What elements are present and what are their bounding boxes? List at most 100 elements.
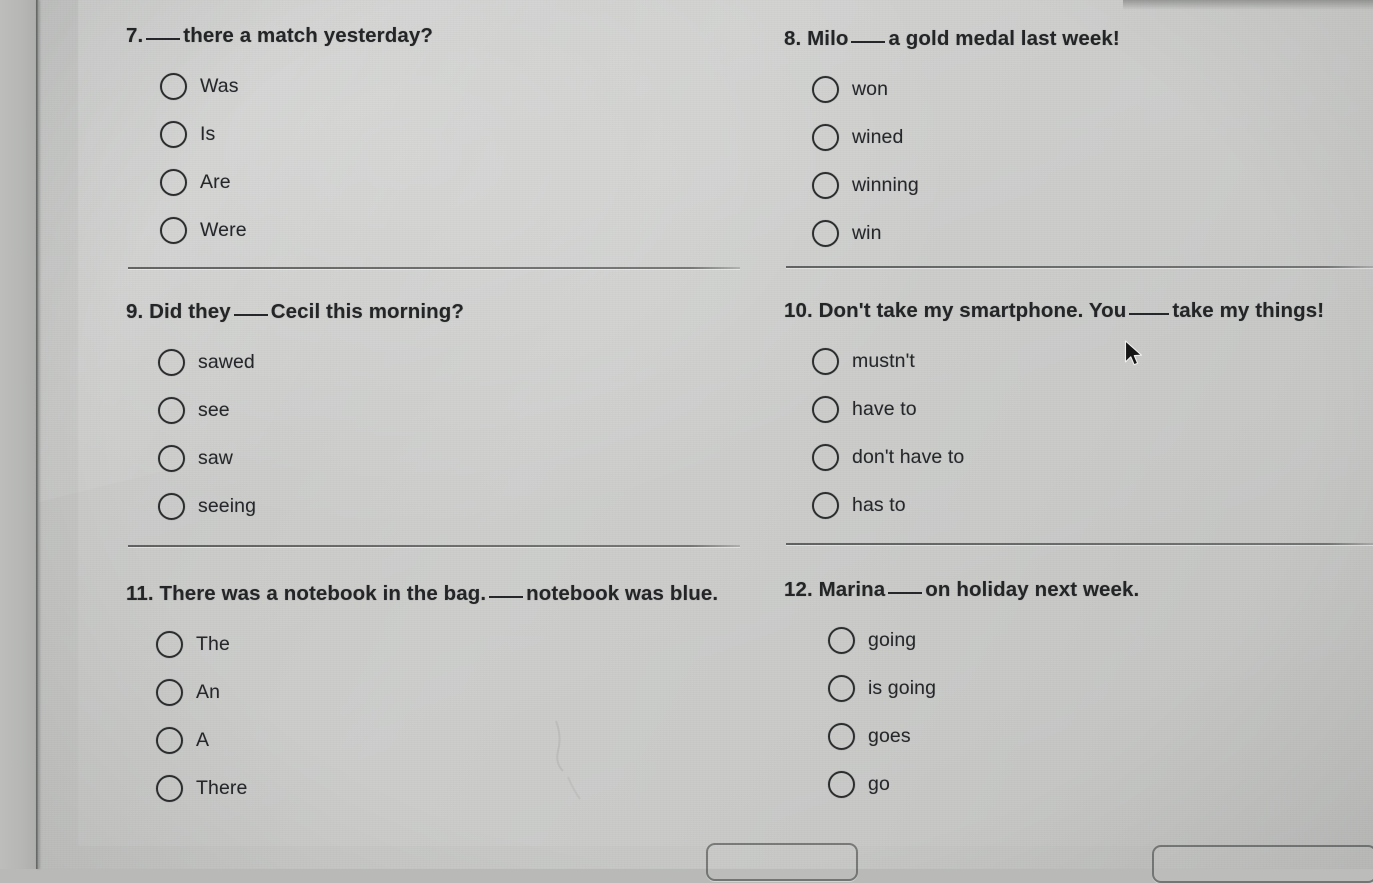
option-label: goes — [868, 725, 911, 748]
radio-button-icon[interactable] — [828, 723, 855, 750]
question-text-after-8: a gold medal last week! — [888, 27, 1119, 50]
option-row[interactable]: go — [828, 761, 1373, 809]
radio-button-icon[interactable] — [158, 349, 185, 376]
option-row[interactable]: have to — [812, 386, 1373, 434]
question-divider — [128, 545, 740, 547]
options-list-9: sawed see saw seeing — [158, 339, 762, 531]
option-row[interactable]: Was — [160, 63, 762, 111]
question-text-10: 10. Don't take my smartphone. Youtake my… — [784, 299, 1373, 324]
options-list-7: Was Is Are Were — [160, 63, 762, 255]
question-text-after-7: there a match yesterday? — [183, 24, 433, 47]
radio-button-icon[interactable] — [158, 397, 185, 424]
radio-button-icon[interactable] — [812, 348, 839, 375]
question-text-11: 11. There was a notebook in the bag. note… — [126, 582, 762, 607]
question-blank-7 — [146, 38, 180, 40]
bottom-button-right[interactable] — [1152, 845, 1373, 883]
option-row[interactable]: seeing — [158, 483, 762, 531]
question-text-7: 7. there a match yesterday? — [126, 24, 762, 49]
option-row[interactable]: A — [156, 717, 762, 765]
radio-button-icon[interactable] — [160, 73, 187, 100]
radio-button-icon[interactable] — [156, 679, 183, 706]
screen-surface: 7. there a match yesterday? Was Is Are We… — [0, 0, 1373, 869]
option-row[interactable]: mustn't — [812, 338, 1373, 386]
radio-button-icon[interactable] — [156, 775, 183, 802]
radio-button-icon[interactable] — [160, 217, 187, 244]
option-row[interactable]: is going — [828, 665, 1373, 713]
radio-button-icon[interactable] — [812, 396, 839, 423]
option-label: saw — [198, 447, 233, 470]
option-row[interactable]: see — [158, 387, 762, 435]
top-edge-shadow — [1123, 0, 1373, 10]
radio-button-icon[interactable] — [828, 771, 855, 798]
option-row[interactable]: sawed — [158, 339, 762, 387]
option-label: won — [852, 78, 888, 101]
radio-button-icon[interactable] — [158, 445, 185, 472]
question-divider — [786, 266, 1373, 268]
question-divider — [128, 267, 740, 269]
option-label: The — [196, 633, 230, 656]
option-row[interactable]: The — [156, 621, 762, 669]
question-text-before-10: Don't take my smartphone. You — [819, 299, 1127, 322]
radio-button-icon[interactable] — [812, 492, 839, 519]
option-label: is going — [868, 677, 936, 700]
option-label: Were — [200, 219, 247, 242]
option-row[interactable]: win — [812, 210, 1373, 258]
option-label: going — [868, 629, 916, 652]
question-number-8: 8. — [784, 27, 801, 50]
radio-button-icon[interactable] — [812, 172, 839, 199]
option-row[interactable]: Is — [160, 111, 762, 159]
question-number-10: 10. — [784, 299, 813, 322]
option-label: seeing — [198, 495, 256, 518]
option-row[interactable]: goes — [828, 713, 1373, 761]
question-number-7: 7. — [126, 24, 143, 47]
option-label: wined — [852, 126, 903, 149]
option-row[interactable]: Were — [160, 207, 762, 255]
option-row[interactable]: Are — [160, 159, 762, 207]
radio-button-icon[interactable] — [828, 627, 855, 654]
question-text-after-12: on holiday next week. — [925, 578, 1139, 601]
option-label: go — [868, 773, 890, 796]
option-row[interactable]: wined — [812, 114, 1373, 162]
option-label: has to — [852, 494, 906, 517]
option-label: An — [196, 681, 220, 704]
question-number-11: 11. — [126, 582, 154, 605]
radio-button-icon[interactable] — [156, 727, 183, 754]
option-row[interactable]: won — [812, 66, 1373, 114]
radio-button-icon[interactable] — [812, 124, 839, 151]
option-row[interactable]: There — [156, 765, 762, 813]
radio-button-icon[interactable] — [160, 121, 187, 148]
option-row[interactable]: going — [828, 617, 1373, 665]
option-row[interactable]: winning — [812, 162, 1373, 210]
question-text-before-8: Milo — [807, 27, 848, 50]
option-label: don't have to — [852, 446, 964, 469]
question-number-12: 12. — [784, 578, 813, 601]
question-blank-10 — [1129, 313, 1169, 315]
question-text-8: 8. Milo a gold medal last week! — [784, 27, 1373, 52]
option-row[interactable]: don't have to — [812, 434, 1373, 482]
option-row[interactable]: saw — [158, 435, 762, 483]
options-list-11: The An A There — [156, 621, 762, 813]
question-divider — [786, 543, 1373, 545]
option-label: sawed — [198, 351, 255, 374]
question-text-before-9: Did they — [149, 300, 231, 323]
radio-button-icon[interactable] — [156, 631, 183, 658]
question-block-12: 12. Marinaon holiday next week. going is… — [784, 578, 1373, 809]
option-row[interactable]: An — [156, 669, 762, 717]
radio-button-icon[interactable] — [828, 675, 855, 702]
options-list-8: won wined winning win — [812, 66, 1373, 258]
radio-button-icon[interactable] — [812, 444, 839, 471]
option-label: Was — [200, 75, 239, 98]
radio-button-icon[interactable] — [812, 76, 839, 103]
question-text-12: 12. Marinaon holiday next week. — [784, 578, 1373, 603]
radio-button-icon[interactable] — [158, 493, 185, 520]
option-label: Are — [200, 171, 231, 194]
radio-button-icon[interactable] — [812, 220, 839, 247]
question-text-after-11: notebook was blue. — [526, 582, 718, 605]
question-block-10: 10. Don't take my smartphone. Youtake my… — [784, 299, 1373, 530]
radio-button-icon[interactable] — [160, 169, 187, 196]
option-row[interactable]: has to — [812, 482, 1373, 530]
question-text-before-11: There was a notebook in the bag. — [159, 582, 486, 605]
option-label: Is — [200, 123, 215, 146]
question-blank-11 — [489, 596, 523, 598]
bottom-button-left[interactable] — [706, 843, 858, 881]
